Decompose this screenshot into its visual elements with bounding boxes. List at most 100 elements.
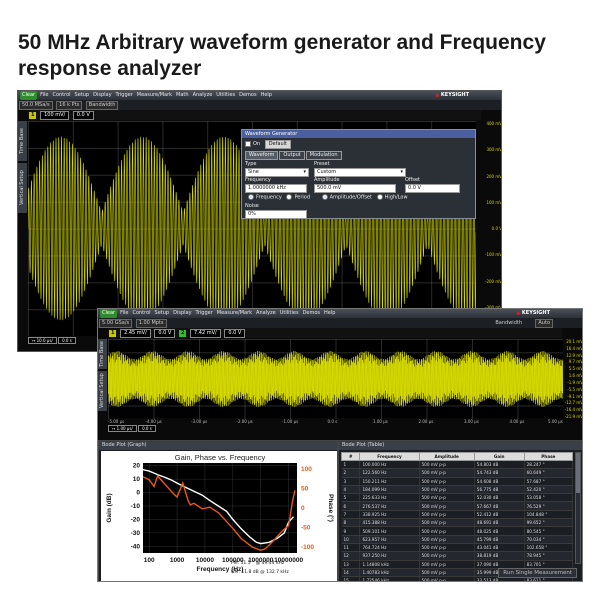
table-cell: 15 xyxy=(341,576,361,581)
sample-rate-chip[interactable]: 50.0 MSa/s xyxy=(19,101,53,110)
menu-item[interactable]: Demos xyxy=(303,310,320,316)
table-header-cell[interactable]: Frequency xyxy=(359,452,420,461)
menu-item[interactable]: Trigger xyxy=(196,310,213,316)
control-button[interactable]: Clear xyxy=(100,309,118,318)
table-header-cell[interactable]: Amplitude xyxy=(418,452,475,461)
default-button[interactable]: Default xyxy=(264,140,291,149)
table-cell: 500 mV p-p xyxy=(419,535,475,544)
menu-item[interactable]: Display xyxy=(93,92,111,98)
table-row[interactable]: 7 338.925 Hz 500 mV p-p 52.412 dB 104.848 ° xyxy=(341,510,574,520)
table-row[interactable]: 4 184.099 Hz 500 mV p-p 56.775 dB 52.420 ° xyxy=(341,485,574,495)
table-cell: 500 mV p-p xyxy=(419,576,475,581)
frequency-input[interactable]: 1.0000000 kHz xyxy=(245,184,307,193)
amplitude-label: Amplitude xyxy=(314,177,340,183)
noise-input[interactable]: 0% xyxy=(245,210,307,219)
timebase-field[interactable]: ↦ 1.00 µs/ xyxy=(108,425,137,432)
menu-item[interactable]: Analyze xyxy=(193,92,213,98)
radio-frequency-label: Frequency xyxy=(256,194,282,201)
volts-div-field-2[interactable]: 7.42 mV/ xyxy=(190,329,221,338)
offset-field[interactable]: 0.0 V xyxy=(154,329,176,338)
points-chip[interactable]: 1.00 Mpts xyxy=(135,319,167,328)
offset-field[interactable]: 0.0 V xyxy=(72,111,94,120)
table-row[interactable]: 10 623.957 Hz 500 mV p-p 45.799 dB 70.034 ° xyxy=(341,535,574,544)
table-header-cell[interactable]: Gain xyxy=(473,452,525,461)
offset-field-2[interactable]: 0.0 V xyxy=(224,329,246,338)
on-checkbox[interactable] xyxy=(245,140,251,147)
volts-div-field[interactable]: 100 mV/ xyxy=(40,111,70,120)
sample-rate-chip[interactable]: 5.00 GSa/s xyxy=(99,319,133,328)
amplitude-input[interactable]: 500.0 mV xyxy=(314,184,396,193)
y-tick-label: 0 xyxy=(136,490,140,497)
radio-period[interactable] xyxy=(286,194,293,200)
side-tab-timebase[interactable]: Time Base xyxy=(18,121,27,161)
table-cell: 11 xyxy=(341,543,361,553)
menu-item[interactable]: Math xyxy=(176,92,189,98)
table-row[interactable]: 2 122.560 Hz 500 mV p-p 54.743 dB 60.649 ° xyxy=(341,468,574,478)
channel-1-badge[interactable]: 1 xyxy=(109,330,117,337)
menu-item[interactable]: Help xyxy=(261,92,272,98)
menu-item[interactable]: Utilities xyxy=(280,310,299,316)
y2-tick-label: 100 xyxy=(301,466,312,473)
menu-item[interactable]: Display xyxy=(173,310,191,316)
menu-item[interactable]: File xyxy=(120,310,128,316)
radio-high-low[interactable] xyxy=(376,194,383,200)
bandwidth-chip[interactable]: Bandwidth xyxy=(85,101,119,110)
timebase-field[interactable]: ↦ 10.0 µs/ xyxy=(28,337,57,344)
y2-axis-label: Phase (°) xyxy=(327,494,335,522)
tab-modulation[interactable]: Modulation xyxy=(305,151,342,160)
auto-button[interactable]: Auto xyxy=(535,319,553,328)
menu-item[interactable]: Trigger xyxy=(116,92,133,98)
table-scrollbar[interactable] xyxy=(575,452,581,564)
table-cell: 500 mV p-p xyxy=(419,485,475,495)
table-row[interactable]: 1 100.000 Hz 500 mV p-p 54.803 dB 28.247 ° xyxy=(341,460,574,470)
table-row[interactable]: 12 937.250 Hz 500 mV p-p 38.819 dB 78.945 ° xyxy=(341,551,574,561)
table-header-cell[interactable]: # xyxy=(340,452,361,461)
offset-input[interactable]: 0.0 V xyxy=(405,184,460,193)
tab-output[interactable]: Output xyxy=(279,151,305,160)
y-tick-label: 20.1 mV xyxy=(566,339,583,344)
menu-item[interactable]: Control xyxy=(52,92,70,98)
table-row[interactable]: 6 276.537 Hz 500 mV p-p 57.667 dB 76.529 ° xyxy=(341,501,574,511)
channel-1-badge[interactable]: 1 xyxy=(29,112,37,119)
table-row[interactable]: 9 509.101 Hz 500 mV p-p 48.025 dB 80.545 ° xyxy=(341,526,574,536)
menu-item[interactable]: Analyze xyxy=(256,310,276,316)
x-scale: -5.00 µs -4.00 µs -3.00 µs -2.00 µs -1.00 µs… xyxy=(108,419,563,425)
table-row[interactable]: 11 764.724 Hz 500 mV p-p 43.041 dB 102.658 ° xyxy=(341,543,574,553)
timebase-offset-field[interactable]: 0.0 s xyxy=(138,425,156,432)
table-cell: 38.819 dB xyxy=(474,551,525,561)
table-row[interactable]: 8 415.388 Hz 500 mV p-p 48.691 dB 99.652 ° xyxy=(341,518,574,528)
channel-2-badge[interactable]: 2 xyxy=(178,330,187,337)
table-cell: 500 mV p-p xyxy=(419,551,475,561)
side-tab-timebase[interactable]: Time Base xyxy=(98,339,107,369)
volts-div-field[interactable]: 2.45 mV/ xyxy=(120,329,151,338)
menu-item[interactable]: Setup xyxy=(75,92,90,98)
y-tick-label: 300 mV xyxy=(486,147,502,153)
table-row[interactable]: 3 150.211 Hz 500 mV p-p 54.608 dB 57.687 ° xyxy=(341,477,574,486)
menu-item[interactable]: Control xyxy=(132,310,150,316)
bode-graph-area: 20 10 0 -10 -20 -30 -40 100 50 0 -50 -100 100 1000 100… xyxy=(101,451,337,581)
menu-item[interactable]: Help xyxy=(324,310,335,316)
table-row[interactable]: 5 225.633 Hz 500 mV p-p 52.030 dB 53.058 ° xyxy=(341,493,574,503)
side-tab-vertical[interactable]: Vertical Setup xyxy=(98,371,107,411)
side-tab-vertical[interactable]: Vertical Setup xyxy=(18,163,27,213)
radio-frequency[interactable] xyxy=(248,194,254,200)
type-select[interactable]: Sine ▾ xyxy=(245,168,309,177)
radio-amplitude-offset[interactable] xyxy=(321,194,328,200)
menu-item[interactable]: Demos xyxy=(239,92,256,98)
points-chip[interactable]: 16 k Pts xyxy=(56,101,83,110)
table-cell: 500 mV p-p xyxy=(419,493,475,503)
run-single-measurement-button[interactable]: Run Single Measurement xyxy=(498,568,577,578)
table-cell: 7 xyxy=(341,510,361,520)
table-cell: 500 mV p-p xyxy=(419,518,475,528)
timebase-offset-field[interactable]: 0.0 s xyxy=(58,337,76,344)
y-tick-label: -30 xyxy=(131,530,141,537)
control-button[interactable]: Clear xyxy=(20,91,38,100)
menu-item[interactable]: Setup xyxy=(155,310,170,316)
preset-select[interactable]: Custom ▾ xyxy=(314,168,406,177)
menu-item[interactable]: Measure/Mark xyxy=(217,310,252,316)
menu-item[interactable]: Measure/Mark xyxy=(137,92,172,98)
menu-item[interactable]: Utilities xyxy=(216,92,235,98)
tab-waveform[interactable]: Waveform xyxy=(245,151,279,160)
table-header-cell[interactable]: Phase xyxy=(523,452,574,461)
menu-item[interactable]: File xyxy=(40,92,48,98)
